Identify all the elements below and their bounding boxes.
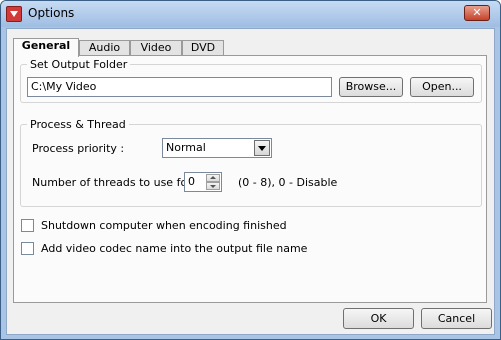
open-folder-button[interactable]: Open... bbox=[410, 77, 474, 97]
chevron-down-icon[interactable] bbox=[254, 140, 270, 156]
options-dialog: Options ✕ General Audio Video DVD Set Ou… bbox=[0, 0, 501, 340]
tab-video[interactable]: Video bbox=[130, 40, 182, 56]
process-priority-value: Normal bbox=[166, 141, 206, 154]
output-folder-group-label: Set Output Folder bbox=[27, 58, 131, 71]
stepper-down-icon[interactable] bbox=[206, 182, 220, 190]
stepper-buttons bbox=[206, 174, 220, 190]
codec-name-label[interactable]: Add video codec name into the output fil… bbox=[41, 242, 307, 255]
process-priority-label: Process priority : bbox=[32, 142, 125, 155]
shutdown-checkbox[interactable] bbox=[21, 219, 34, 232]
app-logo-icon bbox=[6, 6, 22, 22]
browse-button[interactable]: Browse... bbox=[339, 77, 403, 97]
close-button[interactable]: ✕ bbox=[464, 5, 490, 21]
tab-dvd[interactable]: DVD bbox=[182, 40, 224, 56]
threads-label: Number of threads to use for bbox=[32, 176, 192, 189]
tab-general[interactable]: General bbox=[13, 38, 79, 57]
dialog-body: General Audio Video DVD Set Output Folde… bbox=[6, 28, 495, 335]
process-thread-group: Process & Thread bbox=[20, 118, 482, 207]
threads-range-hint: (0 - 8), 0 - Disable bbox=[238, 176, 338, 189]
process-thread-group-label: Process & Thread bbox=[27, 118, 129, 131]
ok-button[interactable]: OK bbox=[343, 308, 414, 329]
threads-value[interactable]: 0 bbox=[188, 175, 195, 188]
window-title: Options bbox=[28, 6, 75, 20]
output-folder-input[interactable]: C:\My Video bbox=[27, 77, 332, 97]
cancel-button[interactable]: Cancel bbox=[421, 308, 492, 329]
tab-audio[interactable]: Audio bbox=[79, 40, 130, 56]
stepper-up-icon[interactable] bbox=[206, 174, 220, 182]
shutdown-label[interactable]: Shutdown computer when encoding finished bbox=[41, 219, 287, 232]
threads-stepper[interactable]: 0 bbox=[184, 172, 222, 192]
title-bar[interactable]: Options ✕ bbox=[1, 1, 500, 27]
general-tab-page: Set Output Folder C:\My Video Browse... … bbox=[13, 55, 487, 303]
codec-name-checkbox[interactable] bbox=[21, 242, 34, 255]
process-priority-select[interactable]: Normal bbox=[162, 138, 272, 158]
